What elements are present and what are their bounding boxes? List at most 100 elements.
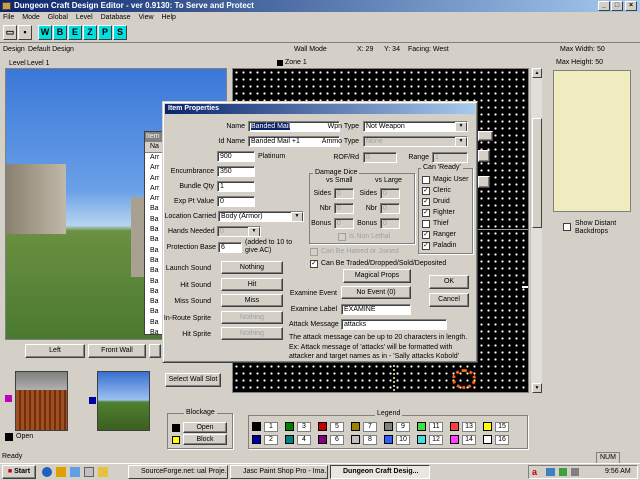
halved-checkbox[interactable] — [310, 248, 318, 256]
encumbrance-field[interactable]: 350 — [217, 166, 255, 177]
legend-swatch[interactable] — [252, 435, 261, 444]
menu-mode[interactable]: Mode — [22, 14, 40, 21]
miss-sound-button[interactable]: Miss — [221, 294, 283, 307]
save-icon[interactable]: ▪ — [18, 25, 32, 40]
class-checkbox-thief[interactable] — [422, 220, 430, 228]
legend-swatch[interactable] — [285, 422, 294, 431]
blockage-block-button[interactable]: Block — [183, 434, 227, 445]
legend-swatch[interactable] — [351, 422, 360, 431]
menu-file[interactable]: File — [3, 14, 14, 21]
hands-select[interactable]: 0 — [217, 226, 261, 237]
mode-button-z[interactable]: Z — [83, 25, 97, 40]
browser-quicklaunch-icon[interactable] — [42, 467, 52, 477]
legend-swatch[interactable] — [351, 435, 360, 444]
legend-swatch[interactable] — [450, 435, 459, 444]
ok-button[interactable]: OK — [429, 275, 469, 289]
tray-icon-3[interactable] — [559, 468, 567, 476]
cancel-button[interactable]: Cancel — [429, 293, 469, 307]
legend-swatch[interactable] — [318, 422, 327, 431]
class-checkbox-druid[interactable]: ✓ — [422, 198, 430, 206]
volume-tray-icon[interactable] — [571, 468, 579, 476]
nonlethal-checkbox[interactable] — [338, 233, 346, 241]
protection-field[interactable]: 6 — [218, 242, 242, 253]
sides-small-field[interactable]: 0 — [334, 188, 354, 199]
menu-view[interactable]: View — [139, 14, 154, 21]
desktop-quicklaunch-icon[interactable] — [70, 467, 80, 477]
map-vertical-scrollbar[interactable]: ▲ ▼ — [530, 68, 542, 393]
clock[interactable]: 9:56 AM — [605, 467, 631, 477]
folder-quicklaunch-icon[interactable] — [98, 467, 108, 477]
class-checkbox-magic-user[interactable] — [422, 176, 430, 184]
traded-checkbox[interactable]: ✓ — [310, 260, 318, 268]
bonus-small-field[interactable]: 0 — [334, 218, 354, 229]
side-button-3[interactable] — [478, 176, 490, 188]
task-paint-shop[interactable]: Jasc Paint Shop Pro - Ima... — [230, 465, 328, 479]
app-quicklaunch-icon[interactable] — [84, 467, 94, 477]
right-button[interactable] — [149, 344, 161, 358]
range-field[interactable]: 1 — [432, 152, 468, 163]
close-button[interactable]: × — [625, 1, 637, 11]
cost-field[interactable]: 900 — [217, 151, 255, 162]
legend-swatch[interactable] — [384, 435, 393, 444]
ammo-type-select[interactable]: None — [363, 136, 468, 147]
mode-button-s[interactable]: S — [113, 25, 127, 40]
class-checkbox-paladin[interactable]: ✓ — [422, 242, 430, 250]
wall-texture-thumbnail[interactable] — [15, 371, 68, 431]
legend-swatch[interactable] — [483, 435, 492, 444]
legend-swatch[interactable] — [318, 435, 327, 444]
rof-field[interactable]: 0 — [363, 152, 397, 163]
sides-large-field[interactable]: 0 — [380, 188, 400, 199]
side-button-1[interactable] — [478, 131, 493, 141]
hit-sound-button[interactable]: Hit — [221, 278, 283, 291]
side-button-2[interactable] — [478, 150, 490, 162]
legend-swatch[interactable] — [252, 422, 261, 431]
menu-help[interactable]: Help — [162, 14, 176, 21]
menu-global[interactable]: Global — [48, 14, 68, 21]
app-icon[interactable] — [2, 2, 11, 10]
hit-sprite-button[interactable]: Nothing — [221, 327, 283, 340]
mode-button-w[interactable]: W — [38, 25, 52, 40]
magical-props-button[interactable]: Magical Props — [343, 269, 411, 283]
bundle-field[interactable]: 1 — [217, 181, 255, 192]
legend-swatch[interactable] — [417, 422, 426, 431]
show-distant-checkbox[interactable] — [563, 223, 571, 231]
legend-swatch[interactable] — [450, 422, 459, 431]
class-checkbox-cleric[interactable]: ✓ — [422, 187, 430, 195]
nbr-small-field[interactable]: 0 — [334, 203, 354, 214]
attack-message-field[interactable]: attacks — [341, 319, 447, 330]
scroll-thumb[interactable] — [532, 118, 542, 228]
scroll-down-arrow[interactable]: ▼ — [532, 383, 542, 393]
menu-database[interactable]: Database — [101, 14, 131, 21]
email-quicklaunch-icon[interactable] — [56, 467, 66, 477]
class-checkbox-fighter[interactable]: ✓ — [422, 209, 430, 217]
nbr-large-field[interactable]: 0 — [380, 203, 400, 214]
bonus-large-field[interactable]: 0 — [380, 218, 400, 229]
antivirus-tray-icon[interactable]: a — [532, 467, 542, 477]
start-button[interactable]: ■ Start — [2, 465, 36, 479]
legend-swatch[interactable] — [483, 422, 492, 431]
legend-swatch[interactable] — [285, 435, 294, 444]
left-button[interactable]: Left — [25, 344, 85, 358]
location-select[interactable]: Body (Armor) — [218, 211, 304, 222]
open-file-icon[interactable]: ▭ — [3, 25, 17, 40]
maximize-button[interactable]: □ — [611, 1, 623, 11]
mode-button-p[interactable]: P — [98, 25, 112, 40]
task-dungeon-craft[interactable]: Dungeon Craft Desig... — [330, 465, 430, 479]
select-wall-slot-button[interactable]: Select Wall Slot — [165, 373, 221, 387]
blockage-open-button[interactable]: Open — [183, 422, 227, 433]
examine-event-button[interactable]: No Event (0) — [341, 286, 411, 299]
task-sourceforge[interactable]: SourceForge.net: ual Proje... — [128, 465, 228, 479]
minimize-button[interactable]: _ — [598, 1, 610, 11]
front-wall-button[interactable]: Front Wall — [88, 344, 146, 358]
wpn-type-select[interactable]: Not Weapon — [363, 121, 468, 132]
examine-label-field[interactable]: EXAMINE — [341, 304, 411, 315]
network-tray-icon[interactable] — [546, 468, 555, 476]
inroute-sprite-button[interactable]: Nothing — [221, 311, 283, 324]
legend-swatch[interactable] — [417, 435, 426, 444]
launch-sound-button[interactable]: Nothing — [221, 261, 283, 274]
mode-button-e[interactable]: E — [68, 25, 82, 40]
exp-field[interactable]: 0 — [217, 196, 255, 207]
mode-button-b[interactable]: B — [53, 25, 67, 40]
menu-level[interactable]: Level — [76, 14, 93, 21]
class-checkbox-ranger[interactable]: ✓ — [422, 231, 430, 239]
